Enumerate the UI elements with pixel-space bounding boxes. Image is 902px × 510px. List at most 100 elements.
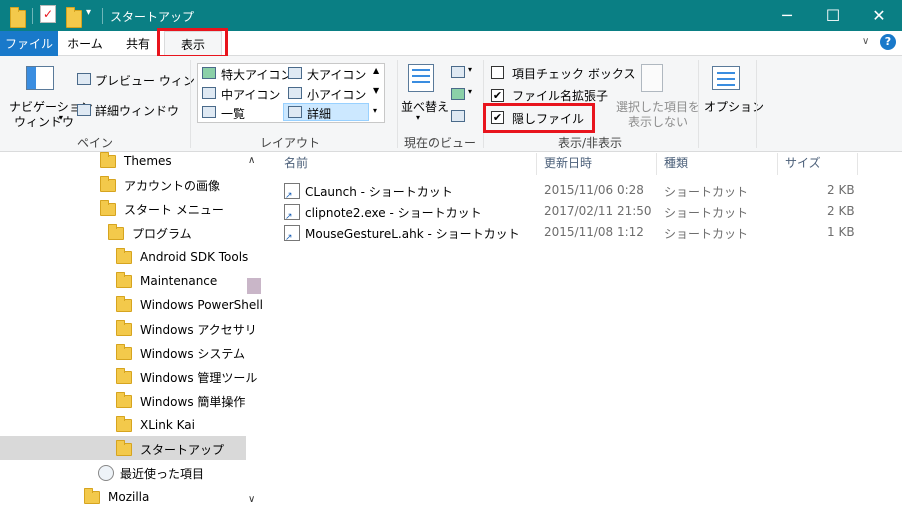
chevron-down-icon[interactable]: ▾ — [59, 113, 63, 122]
file-modified: 2017/02/11 21:50 — [544, 204, 652, 218]
options-button[interactable]: オプション — [704, 98, 764, 115]
nav-item-recent-items[interactable]: 最近使った項目 — [98, 462, 204, 484]
group-label-panes: ペイン — [76, 136, 113, 150]
folder-icon — [116, 319, 132, 336]
navigation-pane-icon[interactable] — [26, 66, 54, 90]
navigation-pane: ∧ ∨ Themes アカウントの画像 スタート メニュー プログラム Andr… — [0, 150, 263, 510]
file-size: 2 KB — [827, 204, 855, 218]
column-header-name[interactable]: 名前 — [284, 153, 308, 171]
scroll-down-icon[interactable]: ∨ — [248, 494, 255, 505]
options-icon[interactable] — [712, 66, 740, 90]
nav-item-label: Maintenance — [140, 274, 218, 288]
column-header-type[interactable]: 種類 — [664, 153, 688, 171]
tab-view[interactable]: 表示 — [164, 31, 222, 57]
sort-by-icon[interactable] — [408, 64, 434, 92]
file-extensions-label[interactable]: ファイル名拡張子 — [512, 87, 608, 104]
shortcut-icon — [284, 225, 300, 243]
collapse-ribbon-icon[interactable]: ∨ — [862, 36, 869, 47]
nav-item-programs[interactable]: プログラム — [108, 222, 192, 244]
customize-quick-access-icon[interactable]: ▾ — [86, 7, 91, 25]
navigation-pane-label-2[interactable]: ウィンドウ — [14, 113, 74, 130]
folder-icon — [116, 415, 132, 432]
folder-icon — [84, 487, 100, 504]
nav-item-label: Themes — [124, 154, 172, 168]
divider[interactable] — [777, 153, 778, 175]
hide-selected-label-2: 表示しない — [628, 115, 689, 129]
chevron-down-icon[interactable]: ▾ — [468, 65, 472, 74]
layout-details[interactable]: 詳細 — [307, 105, 331, 122]
maximize-button[interactable]: ☐ — [810, 0, 856, 31]
folder-icon — [116, 271, 132, 288]
scrollbar-thumb[interactable] — [247, 278, 261, 294]
nav-item-themes[interactable]: Themes — [100, 150, 172, 172]
nav-item-windows-system-tools[interactable]: Windows システム ツー — [116, 342, 246, 364]
file-extensions-checkbox[interactable]: ✔ — [491, 89, 504, 102]
chevron-down-icon[interactable]: ▾ — [416, 113, 420, 122]
table-row[interactable]: CLaunch - ショートカット 2015/11/06 0:28 ショートカッ… — [262, 180, 902, 201]
layout-small-icons[interactable]: 小アイコン — [307, 86, 366, 103]
nav-item-label: Windows システム ツー — [140, 346, 246, 361]
size-columns-icon[interactable] — [451, 110, 465, 122]
folder-icon — [116, 439, 132, 456]
divider[interactable] — [656, 153, 657, 175]
expand-gallery-icon[interactable]: ▾ — [373, 106, 377, 115]
table-row[interactable]: clipnote2.exe - ショートカット 2017/02/11 21:50… — [262, 201, 902, 222]
help-icon[interactable]: ? — [880, 34, 896, 50]
tab-share[interactable]: 共有 — [114, 31, 162, 56]
nav-item-xlink-kai[interactable]: XLink Kai — [116, 414, 195, 436]
close-button[interactable]: ✕ — [856, 0, 902, 31]
layout-extra-large-icons[interactable]: 特大アイコン — [221, 66, 292, 83]
details-pane-button[interactable]: 詳細ウィンドウ — [95, 102, 179, 119]
folder-icon — [116, 391, 132, 408]
scroll-down-icon[interactable]: ▼ — [373, 86, 379, 95]
sort-by-button[interactable]: 並べ替え — [401, 98, 449, 115]
layout-large-icons[interactable]: 大アイコン — [307, 66, 366, 83]
nav-item-windows-accessories[interactable]: Windows アクセサリ — [116, 318, 257, 340]
nav-item-label: スタートアップ — [140, 442, 225, 457]
nav-item-label: Windows 管理ツール — [140, 370, 258, 385]
file-modified: 2015/11/08 1:12 — [544, 225, 644, 239]
chevron-down-icon[interactable]: ▾ — [468, 87, 472, 96]
new-folder-icon[interactable] — [66, 7, 82, 28]
layout-list[interactable]: 一覧 — [221, 105, 245, 122]
layout-medium-icons[interactable]: 中アイコン — [221, 86, 280, 103]
extra-large-icons-icon — [202, 67, 216, 79]
nav-item-label: Windows PowerShell — [140, 298, 263, 312]
add-columns-icon[interactable] — [451, 88, 465, 100]
nav-item-mozilla[interactable]: Mozilla — [84, 486, 149, 508]
column-header-modified[interactable]: 更新日時 — [544, 153, 592, 171]
nav-item-windows-admin-tools[interactable]: Windows 管理ツール — [116, 366, 257, 388]
nav-item-label: Windows アクセサリ — [140, 322, 257, 337]
hidden-items-label[interactable]: 隠しファイル — [512, 110, 584, 127]
group-by-icon[interactable] — [451, 66, 465, 78]
file-type: ショートカット — [664, 227, 749, 241]
scroll-up-icon[interactable]: ▲ — [373, 66, 379, 75]
hidden-items-checkbox[interactable]: ✔ — [491, 111, 504, 124]
properties-icon[interactable]: ✓ — [40, 5, 56, 23]
nav-item-android-sdk-tools[interactable]: Android SDK Tools — [116, 246, 248, 268]
tab-home[interactable]: ホーム — [60, 31, 110, 56]
group-label-current-view: 現在のビュー — [403, 136, 476, 150]
item-checkboxes-checkbox[interactable] — [491, 66, 504, 79]
file-modified: 2015/11/06 0:28 — [544, 183, 644, 197]
item-checkboxes-label[interactable]: 項目チェック ボックス — [512, 65, 635, 82]
tab-file[interactable]: ファイル — [0, 31, 58, 56]
folder-icon[interactable] — [10, 7, 26, 28]
divider — [102, 8, 103, 24]
minimize-button[interactable]: ─ — [764, 0, 810, 31]
nav-item-maintenance[interactable]: Maintenance — [116, 270, 217, 292]
nav-item-windows-ease-of-access[interactable]: Windows 簡単操作 — [116, 390, 245, 412]
nav-item-start-menu[interactable]: スタート メニュー — [100, 198, 224, 220]
group-label-show-hide: 表示/非表示 — [557, 136, 623, 150]
divider[interactable] — [536, 153, 537, 175]
nav-item-startup[interactable]: スタートアップ — [116, 438, 224, 460]
scroll-up-icon[interactable]: ∧ — [248, 155, 255, 166]
shortcut-icon — [284, 204, 300, 222]
nav-item-windows-powershell[interactable]: Windows PowerShell — [116, 294, 263, 316]
nav-item-account-pictures[interactable]: アカウントの画像 — [100, 174, 220, 196]
column-header-size[interactable]: サイズ — [785, 153, 821, 171]
divider[interactable] — [857, 153, 858, 175]
divider — [698, 60, 699, 148]
file-name: clipnote2.exe - ショートカット — [305, 206, 482, 220]
table-row[interactable]: MouseGestureL.ahk - ショートカット 2015/11/08 1… — [262, 222, 902, 243]
